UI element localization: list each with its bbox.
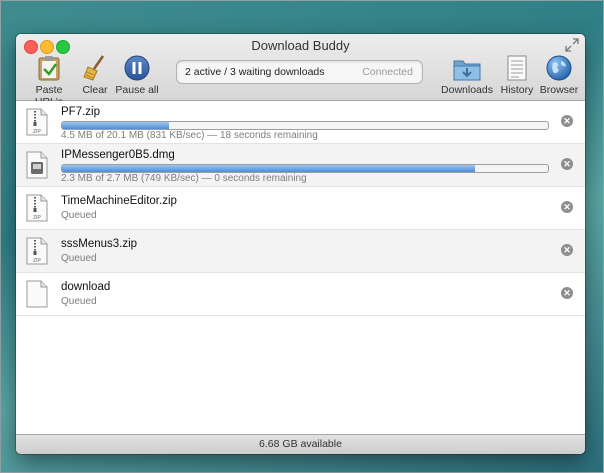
file-status: Queued <box>61 253 97 264</box>
progress-fill <box>62 165 476 172</box>
svg-text:ZIP: ZIP <box>33 129 41 135</box>
file-name: PF7.zip <box>61 106 100 118</box>
zip-file-icon: ZIP <box>26 194 48 222</box>
dmg-file-icon <box>26 151 48 179</box>
download-status-text: 2 active / 3 waiting downloads <box>185 66 325 78</box>
progress-bar <box>61 121 549 130</box>
file-name: sssMenus3.zip <box>61 238 138 250</box>
broom-icon <box>83 55 107 84</box>
history-label: History <box>500 84 534 96</box>
file-status: 2.3 MB of 2.7 MB (749 KB/sec) — 0 second… <box>61 173 307 184</box>
pause-all-button[interactable]: Pause all <box>115 55 159 96</box>
browser-button[interactable]: Browser <box>538 55 580 96</box>
file-status: 4.5 MB of 20.1 MB (831 KB/sec) — 18 seco… <box>61 130 318 141</box>
history-document-icon <box>507 55 527 84</box>
download-row[interactable]: download Queued ✕ <box>16 273 585 316</box>
svg-text:ZIP: ZIP <box>33 215 41 221</box>
file-name: IPMessenger0B5.dmg <box>61 149 175 161</box>
downloads-button[interactable]: Downloads <box>440 58 494 96</box>
connection-status-text: Connected <box>362 66 413 78</box>
clear-label: Clear <box>82 84 108 96</box>
zip-file-icon: ZIP <box>26 237 48 265</box>
remove-download-icon[interactable]: ✕ <box>561 244 573 256</box>
clipboard-icon <box>38 55 60 84</box>
pause-icon <box>124 55 150 84</box>
zip-file-icon: ZIP <box>26 108 48 136</box>
app-window: Download Buddy Paste URL's <box>16 34 585 454</box>
remove-download-icon[interactable]: ✕ <box>561 201 573 213</box>
history-button[interactable]: History <box>498 55 536 96</box>
remove-download-icon[interactable]: ✕ <box>561 115 573 127</box>
remove-download-icon[interactable]: ✕ <box>561 287 573 299</box>
download-list: ZIP PF7.zip 4.5 MB of 20.1 MB (831 KB/se… <box>16 101 585 434</box>
pause-all-label: Pause all <box>115 84 159 96</box>
download-row[interactable]: ZIP TimeMachineEditor.zip Queued ✕ <box>16 187 585 230</box>
status-bar: 6.68 GB available <box>16 434 585 454</box>
downloads-folder-icon <box>453 57 481 84</box>
download-row[interactable]: ZIP sssMenus3.zip Queued ✕ <box>16 230 585 273</box>
file-name: TimeMachineEditor.zip <box>61 195 177 207</box>
progress-fill <box>62 122 169 129</box>
fullscreen-icon[interactable] <box>565 38 579 52</box>
file-name: download <box>61 281 111 293</box>
clear-button[interactable]: Clear <box>80 55 110 96</box>
download-row[interactable]: ZIP PF7.zip 4.5 MB of 20.1 MB (831 KB/se… <box>16 101 585 144</box>
downloads-label: Downloads <box>441 84 493 96</box>
remove-download-icon[interactable]: ✕ <box>561 158 573 170</box>
titlebar: Download Buddy Paste URL's <box>16 34 585 108</box>
globe-icon <box>546 55 572 84</box>
svg-text:ZIP: ZIP <box>33 258 41 264</box>
file-status: Queued <box>61 296 97 307</box>
browser-label: Browser <box>539 84 579 96</box>
disk-available-text: 6.68 GB available <box>259 438 342 450</box>
file-status: Queued <box>61 210 97 221</box>
progress-bar <box>61 164 549 173</box>
status-field: 2 active / 3 waiting downloads Connected <box>176 60 423 84</box>
window-title: Download Buddy <box>251 38 350 53</box>
download-row[interactable]: IPMessenger0B5.dmg 2.3 MB of 2.7 MB (749… <box>16 144 585 187</box>
generic-file-icon <box>26 280 48 308</box>
